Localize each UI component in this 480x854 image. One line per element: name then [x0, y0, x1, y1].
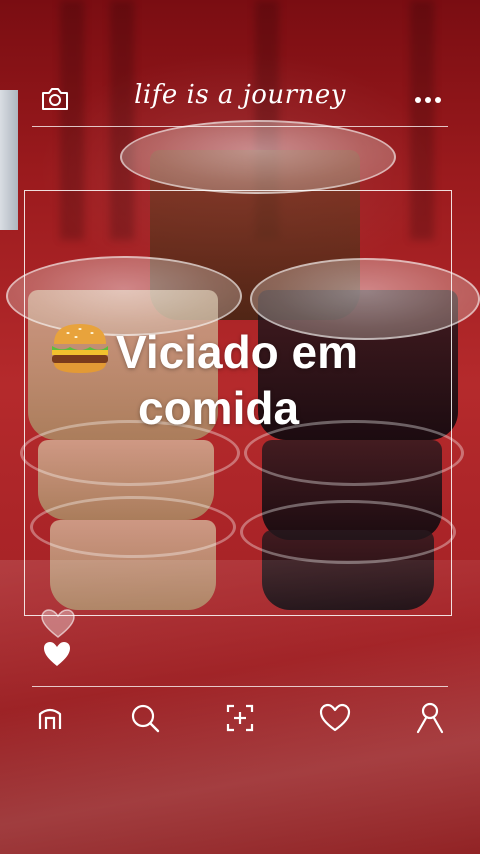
heart-icon	[319, 703, 351, 733]
search-icon	[129, 702, 161, 734]
nav-home[interactable]	[32, 700, 68, 736]
caption-line-1: Viciado em	[116, 326, 359, 378]
profile-icon	[415, 702, 445, 734]
nav-add-post[interactable]	[222, 700, 258, 736]
nav-search[interactable]	[127, 700, 163, 736]
window-light	[0, 90, 18, 230]
burger-icon	[48, 320, 112, 376]
story-title: life is a journey	[134, 80, 346, 110]
caption-line-2: comida	[138, 382, 300, 434]
container-lid	[120, 120, 396, 194]
bottom-nav	[32, 698, 448, 738]
story-header: life is a journey	[32, 78, 448, 126]
nav-activity[interactable]	[317, 700, 353, 736]
nav-divider	[32, 686, 448, 687]
nav-profile[interactable]	[412, 700, 448, 736]
add-post-icon	[225, 703, 255, 733]
home-icon	[35, 703, 65, 733]
post-caption: Viciado em comida	[48, 320, 458, 436]
header-divider	[32, 126, 448, 127]
heart-filled-icon[interactable]	[42, 640, 72, 668]
heart-outline-icon[interactable]	[40, 608, 76, 640]
more-horizontal-icon[interactable]	[414, 96, 442, 104]
story-screen: life is a journey Viciado em comida	[0, 0, 480, 854]
